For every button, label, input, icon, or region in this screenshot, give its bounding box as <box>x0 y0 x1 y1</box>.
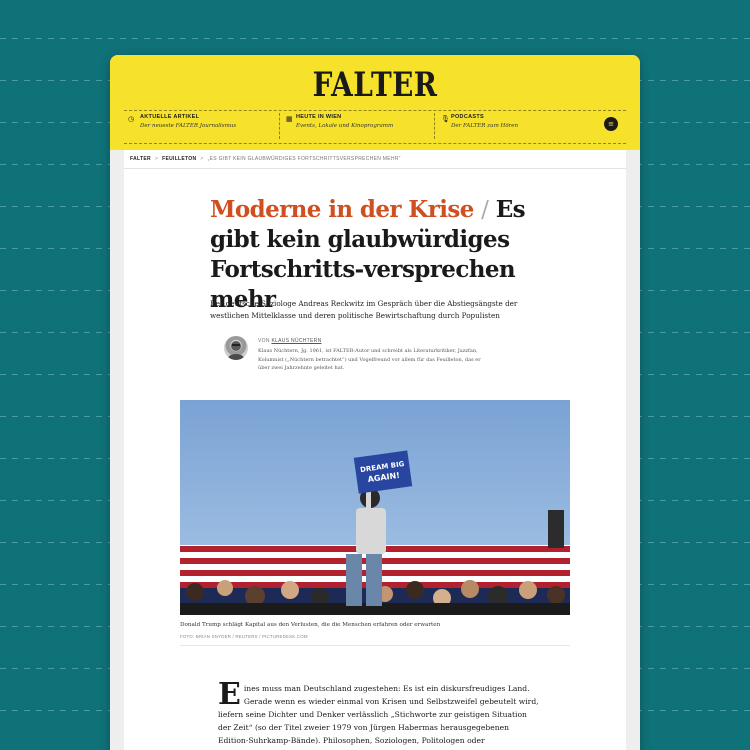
person-icon <box>227 341 245 360</box>
author-prefix: VON <box>258 338 270 344</box>
nav-item-subtitle: Events, Lokale und Kinoprogramm <box>296 123 394 129</box>
menu-button[interactable]: ≡ <box>604 117 618 131</box>
breadcrumb-item-feuilleton[interactable]: FEUILLETON <box>162 156 196 162</box>
nav-item-podcasts[interactable]: 🎙 Podcasts Der FALTER zum Hören <box>434 113 589 139</box>
article-lead: Der deutsche Soziologe Andreas Reckwitz … <box>210 299 518 320</box>
nav-item-subtitle: Der neueste FALTER Journalismus <box>140 123 237 129</box>
photo-credit: FOTO: BRIAN SNYDER / REUTERS / PICTUREDE… <box>180 634 308 639</box>
site-header: FALTER ◷ Aktuelle Artikel Der neueste FA… <box>110 55 640 150</box>
article-page: FALTER > FEUILLETON > „ES GIBT KEIN GLAUBWÜR… <box>124 150 626 750</box>
nav-item-title: Podcasts <box>451 114 484 120</box>
article-headline: Moderne in der Krise / Es gibt kein glau… <box>210 195 550 315</box>
article-photo[interactable]: DREAM BIG AGAIN! <box>180 400 570 615</box>
article-body: Eines muss man Deutschland zugestehen: E… <box>218 677 540 750</box>
author-bio: Klaus Nüchtern, Jg. 1961, ist FALTER-Aut… <box>258 348 481 371</box>
main-nav: ◷ Aktuelle Artikel Der neueste FALTER Jo… <box>124 113 626 139</box>
clock-icon: ◷ <box>128 115 135 123</box>
breadcrumb-item-falter[interactable]: FALTER <box>130 156 151 162</box>
photo-caption: Donald Trump schlägt Kapital aus den Ver… <box>180 622 441 628</box>
caption-divider <box>180 645 570 646</box>
calendar-icon: ▦ <box>286 115 293 123</box>
photo-figure-right <box>548 510 564 548</box>
site-logo[interactable]: FALTER <box>158 65 593 105</box>
background-dash-line <box>0 38 750 39</box>
rally-photo-illustration: DREAM BIG AGAIN! <box>180 450 570 615</box>
nav-item-title: Aktuelle Artikel <box>140 114 200 120</box>
nav-item-heute-in-wien[interactable]: ▦ Heute in Wien Events, Lokale und Kinop… <box>279 113 434 139</box>
author-name-link[interactable]: KLAUS NÜCHTERN <box>271 338 321 344</box>
browser-window: FALTER ◷ Aktuelle Artikel Der neueste FA… <box>110 55 640 750</box>
author-avatar[interactable] <box>224 336 248 360</box>
breadcrumb: FALTER > FEUILLETON > „ES GIBT KEIN GLAUBWÜR… <box>130 156 401 166</box>
content-area: FALTER > FEUILLETON > „ES GIBT KEIN GLAUBWÜR… <box>110 150 640 750</box>
headline-slash: / <box>481 197 489 223</box>
nav-item-subtitle: Der FALTER zum Hören <box>451 123 519 129</box>
article-kicker: Moderne in der Krise <box>210 196 474 223</box>
dropcap: E <box>218 677 241 712</box>
author-byline: VON KLAUS NÜCHTERN <box>258 338 322 344</box>
breadcrumb-separator: > <box>200 156 204 162</box>
microphone-icon: 🎙 <box>441 115 450 123</box>
nav-item-title: Heute in Wien <box>296 114 342 120</box>
article-body-text: ines muss man Deutschland zugestehen: Es… <box>218 684 539 750</box>
header-divider <box>124 110 626 111</box>
breadcrumb-divider <box>124 168 626 169</box>
nav-item-aktuelle-artikel[interactable]: ◷ Aktuelle Artikel Der neueste FALTER Jo… <box>124 113 279 139</box>
breadcrumb-item-current: „ES GIBT KEIN GLAUBWÜRDIGES FORTSCHRITTS… <box>207 156 401 162</box>
hamburger-icon: ≡ <box>608 120 614 128</box>
header-divider <box>124 143 626 144</box>
breadcrumb-separator: > <box>154 156 159 162</box>
